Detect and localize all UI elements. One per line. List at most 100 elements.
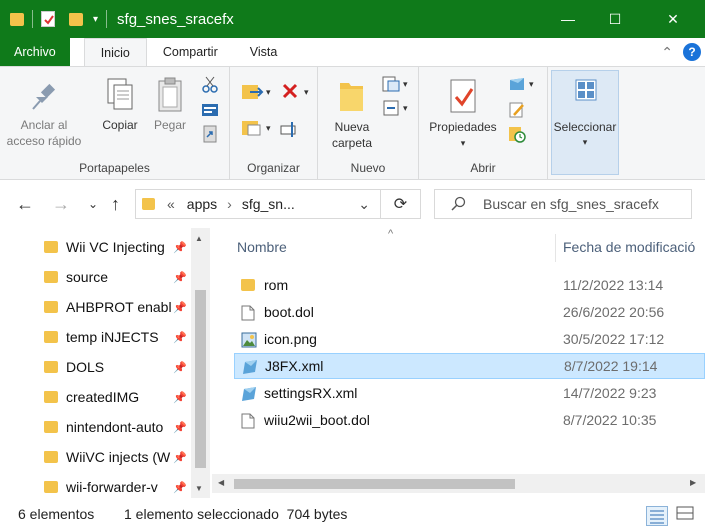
search-box[interactable]: Buscar en sfg_snes_sracefx bbox=[434, 189, 692, 219]
scroll-up-icon[interactable]: ▲ bbox=[195, 234, 203, 243]
file-row[interactable]: wiiu2wii_boot.dol 8/7/2022 10:35 bbox=[234, 408, 705, 434]
refresh-button[interactable]: ⟳ bbox=[381, 189, 421, 219]
nav-item[interactable]: source 📌 bbox=[0, 262, 195, 292]
tab-vista[interactable]: Vista bbox=[234, 38, 294, 66]
breadcrumb-current[interactable]: sfg_sn... bbox=[242, 196, 295, 212]
file-name: settingsRX.xml bbox=[264, 385, 358, 401]
properties-icon bbox=[448, 77, 478, 115]
new-folder-quick-icon[interactable] bbox=[69, 12, 83, 26]
navigation-pane: Wii VC Injecting 📌 source 📌 AHBPROT enabl 📌… bbox=[0, 228, 212, 498]
up-button[interactable]: ↑ bbox=[111, 194, 120, 215]
folder-icon bbox=[44, 271, 58, 283]
rename-icon[interactable] bbox=[280, 119, 300, 139]
edit-icon[interactable] bbox=[508, 101, 526, 119]
back-button[interactable]: ← bbox=[16, 194, 34, 215]
group-label-portapapeles: Portapapeles bbox=[79, 161, 150, 175]
folder-icon bbox=[44, 241, 58, 253]
properties-dropdown-icon[interactable]: ▾ bbox=[423, 135, 503, 151]
nav-item[interactable]: nintendont-auto 📌 bbox=[0, 412, 195, 442]
maximize-button[interactable]: ☐ bbox=[592, 0, 638, 38]
history-icon[interactable] bbox=[508, 125, 526, 143]
nav-scrollbar[interactable]: ▲ ▼ bbox=[191, 228, 210, 498]
title-bar: ▾ sfg_snes_sracefx — ☐ ✕ bbox=[0, 0, 705, 38]
properties-quick-icon[interactable] bbox=[41, 11, 55, 27]
copy-button[interactable]: Copiar bbox=[98, 73, 142, 133]
move-to-dropdown-icon[interactable]: ▾ bbox=[266, 87, 271, 98]
file-list-scroll-thumb[interactable] bbox=[234, 479, 515, 489]
copy-icon bbox=[104, 77, 136, 113]
nav-item[interactable]: WiiVC injects (W 📌 bbox=[0, 442, 195, 472]
select-button[interactable]: Seleccionar ▾ bbox=[551, 70, 619, 175]
delete-icon[interactable] bbox=[280, 81, 300, 101]
tab-inicio[interactable]: Inicio bbox=[83, 38, 147, 66]
paste-button[interactable]: Pegar bbox=[148, 73, 192, 133]
address-row: ← → ⌄ ↑ « apps › sfg_sn... ⌄ ⟳ Buscar en… bbox=[0, 180, 705, 228]
collapse-ribbon-icon[interactable]: ⌃ bbox=[661, 44, 673, 61]
file-name: icon.png bbox=[264, 331, 317, 347]
large-icons-view-icon[interactable] bbox=[675, 504, 697, 524]
nav-item[interactable]: DOLS 📌 bbox=[0, 352, 195, 382]
column-name[interactable]: Nombre bbox=[237, 239, 287, 255]
folder-icon bbox=[44, 421, 58, 433]
help-icon[interactable]: ? bbox=[683, 43, 701, 61]
delete-dropdown-icon[interactable]: ▾ bbox=[304, 87, 309, 98]
sort-ascending-icon: ^ bbox=[388, 228, 394, 240]
file-row[interactable]: icon.png 30/5/2022 17:12 bbox=[234, 327, 705, 353]
column-date[interactable]: Fecha de modificació bbox=[563, 239, 695, 255]
qa-dropdown-icon[interactable]: ▾ bbox=[93, 14, 98, 25]
address-dropdown-icon[interactable]: ⌄ bbox=[358, 196, 370, 213]
forward-button[interactable]: → bbox=[52, 194, 70, 215]
breadcrumb-separator[interactable]: › bbox=[227, 196, 232, 212]
copy-to-dropdown-icon[interactable]: ▾ bbox=[266, 123, 271, 134]
divider bbox=[32, 10, 33, 28]
scroll-left-icon[interactable]: ◀ bbox=[218, 478, 224, 487]
address-overflow[interactable]: « bbox=[167, 196, 175, 212]
new-item-dropdown-icon[interactable]: ▾ bbox=[403, 79, 408, 90]
easy-access-dropdown-icon[interactable]: ▾ bbox=[403, 103, 408, 114]
file-row-selected[interactable]: J8FX.xml 8/7/2022 19:14 bbox=[234, 353, 705, 379]
open-dropdown-icon[interactable]: ▾ bbox=[529, 79, 534, 90]
new-item-icon[interactable] bbox=[382, 75, 400, 93]
file-name: J8FX.xml bbox=[265, 358, 324, 374]
paste-shortcut-icon[interactable] bbox=[201, 125, 219, 143]
nav-item[interactable]: Wii VC Injecting 📌 bbox=[0, 232, 195, 262]
folder-icon bbox=[10, 12, 24, 26]
file-date: 8/7/2022 19:14 bbox=[564, 358, 658, 374]
breadcrumb-apps[interactable]: apps bbox=[187, 196, 217, 212]
scroll-down-icon[interactable]: ▼ bbox=[195, 484, 203, 493]
recent-locations-button[interactable]: ⌄ bbox=[88, 197, 98, 211]
move-to-icon[interactable] bbox=[240, 81, 264, 103]
image-icon bbox=[241, 332, 257, 348]
close-button[interactable]: ✕ bbox=[650, 0, 696, 38]
tab-archivo[interactable]: Archivo bbox=[0, 38, 70, 66]
new-folder-button[interactable]: Nueva carpeta bbox=[324, 73, 380, 151]
file-row[interactable]: settingsRX.xml 14/7/2022 9:23 bbox=[234, 381, 705, 407]
open-icon[interactable] bbox=[508, 75, 526, 93]
address-bar[interactable]: « apps › sfg_sn... ⌄ bbox=[135, 189, 381, 219]
pin-quick-access-button[interactable]: Anclar al acceso rápido bbox=[6, 73, 82, 149]
minimize-button[interactable]: — bbox=[545, 0, 591, 38]
properties-button[interactable]: Propiedades ▾ bbox=[423, 73, 503, 151]
file-list-scrollbar[interactable]: ◀ ▶ bbox=[212, 474, 705, 493]
copy-path-icon[interactable] bbox=[201, 101, 219, 119]
pin-icon: 📌 bbox=[173, 481, 187, 494]
nav-item[interactable]: AHBPROT enabl 📌 bbox=[0, 292, 195, 322]
cut-icon[interactable] bbox=[201, 75, 219, 93]
file-row[interactable]: boot.dol 26/6/2022 20:56 bbox=[234, 300, 705, 326]
easy-access-icon[interactable] bbox=[382, 99, 400, 117]
group-label-organizar: Organizar bbox=[247, 161, 300, 175]
nav-item[interactable]: temp iNJECTS 📌 bbox=[0, 322, 195, 352]
file-row[interactable]: rom 11/2/2022 13:14 bbox=[234, 273, 705, 299]
nav-scroll-thumb[interactable] bbox=[195, 290, 206, 468]
nav-item-label: createdIMG bbox=[66, 389, 140, 405]
scroll-right-icon[interactable]: ▶ bbox=[690, 478, 696, 487]
column-divider[interactable] bbox=[555, 234, 556, 262]
nav-item[interactable]: createdIMG 📌 bbox=[0, 382, 195, 412]
search-input[interactable]: Buscar en sfg_snes_sracefx bbox=[483, 196, 659, 212]
tab-compartir[interactable]: Compartir bbox=[147, 38, 234, 66]
divider bbox=[106, 10, 108, 28]
ribbon-tabs: Archivo Inicio Compartir Vista ⌃ ? bbox=[0, 38, 705, 66]
details-view-icon[interactable] bbox=[646, 506, 668, 526]
copy-to-icon[interactable] bbox=[240, 117, 264, 139]
status-bar: 6 elementos 1 elemento seleccionado 704 … bbox=[0, 498, 705, 529]
